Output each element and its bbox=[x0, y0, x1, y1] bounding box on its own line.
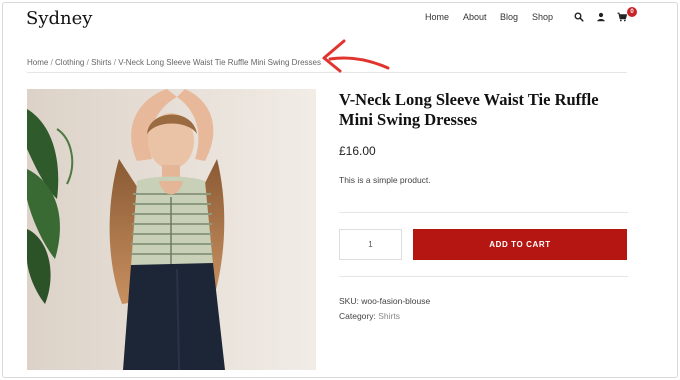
product-price: £16.00 bbox=[339, 144, 376, 158]
annotation-arrow-icon bbox=[322, 39, 390, 73]
nav-shop[interactable]: Shop bbox=[532, 12, 553, 22]
product-title: V-Neck Long Sleeve Waist Tie Ruffle Mini… bbox=[339, 90, 599, 129]
product-category: Category: Shirts bbox=[339, 311, 400, 321]
nav-about[interactable]: About bbox=[463, 12, 487, 22]
product-photo-illustration bbox=[27, 89, 316, 370]
divider bbox=[339, 276, 628, 277]
divider bbox=[339, 212, 628, 213]
product-image[interactable] bbox=[27, 89, 316, 370]
cart-icon[interactable] bbox=[617, 12, 627, 22]
product-sku: SKU: woo-fasion-blouse bbox=[339, 296, 430, 306]
breadcrumb-clothing[interactable]: Clothing bbox=[55, 58, 84, 67]
site-logo[interactable]: Sydney bbox=[26, 8, 92, 29]
breadcrumb-current: V-Neck Long Sleeve Waist Tie Ruffle Mini… bbox=[118, 58, 321, 67]
search-icon[interactable] bbox=[574, 12, 584, 22]
category-label: Category: bbox=[339, 311, 376, 321]
breadcrumb-shirts[interactable]: Shirts bbox=[91, 58, 111, 67]
nav-blog[interactable]: Blog bbox=[500, 12, 518, 22]
category-link[interactable]: Shirts bbox=[378, 311, 400, 321]
user-icon[interactable] bbox=[596, 12, 606, 22]
nav-home[interactable]: Home bbox=[425, 12, 449, 22]
quantity-input[interactable]: 1 bbox=[339, 229, 402, 260]
breadcrumb: Home / Clothing / Shirts / V-Neck Long S… bbox=[27, 58, 321, 67]
breadcrumb-home[interactable]: Home bbox=[27, 58, 48, 67]
product-short-description: This is a simple product. bbox=[339, 175, 431, 185]
sku-value: woo-fasion-blouse bbox=[361, 296, 431, 306]
add-to-cart-button[interactable]: ADD TO CART bbox=[413, 229, 627, 260]
cart-count-badge: 0 bbox=[627, 7, 637, 17]
sku-label: SKU: bbox=[339, 296, 359, 306]
